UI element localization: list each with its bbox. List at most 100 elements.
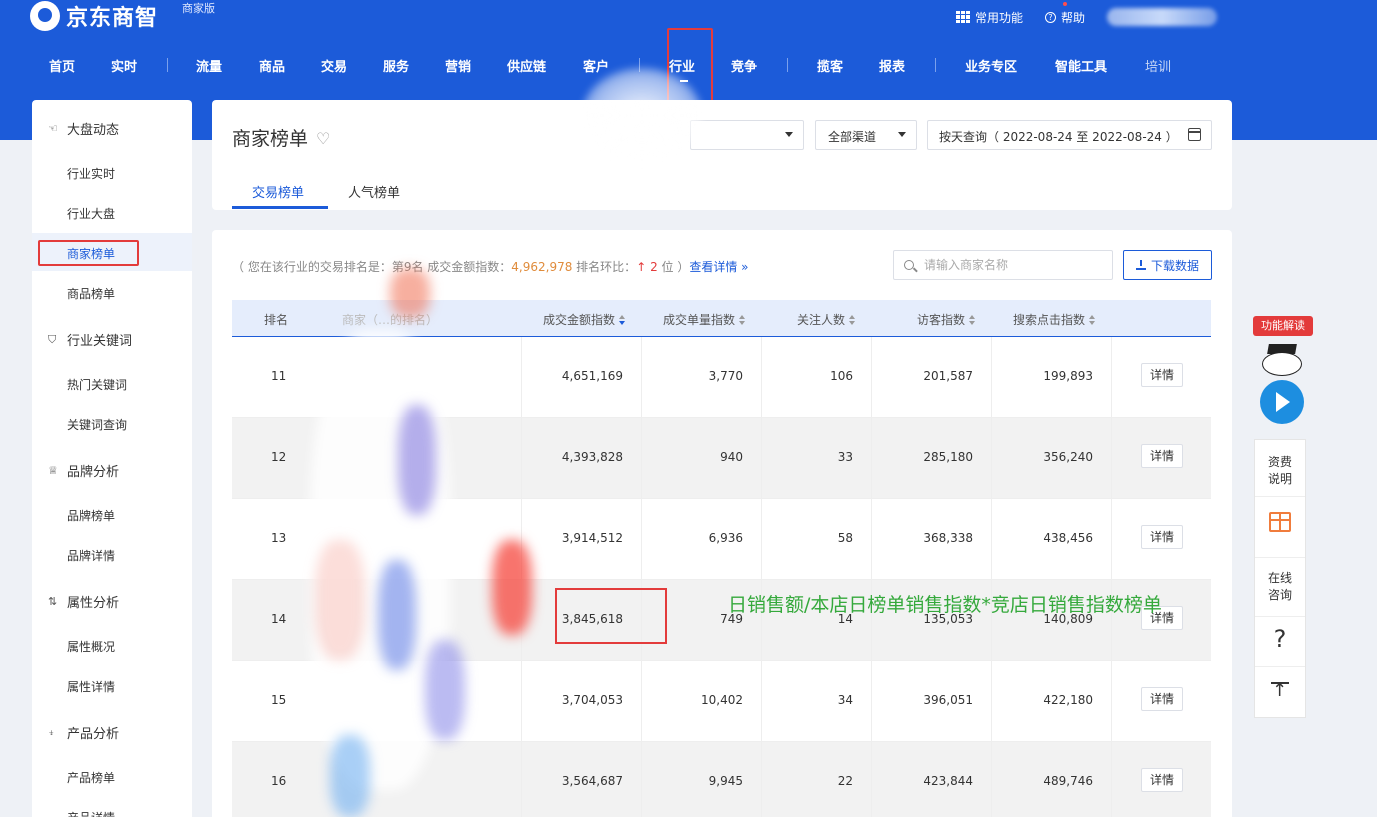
category-select[interactable] <box>690 120 804 150</box>
cell-visitors-index: 423,844 <box>923 774 973 788</box>
question-icon[interactable]: ? <box>1255 625 1305 653</box>
cell-amount-index: 4,393,828 <box>561 450 623 464</box>
sidebar: ☜ 大盘动态 行业实时 行业大盘 商家榜单 商品榜单 ⛉ 行业关键词 热门关键词… <box>32 100 192 817</box>
mascot-video-button[interactable] <box>1258 344 1306 428</box>
cell-orders-index: 3,770 <box>708 369 743 383</box>
nav-marketing[interactable]: 营销 <box>445 56 471 75</box>
sidebar-group-market[interactable]: ☜ 大盘动态 <box>48 119 119 138</box>
tab-transaction-ranking[interactable]: 交易榜单 <box>252 182 304 201</box>
sidebar-group-label: 属性分析 <box>67 596 120 611</box>
ranking-card: （ 您在该行业的交易排名是：第9名 成交金额指数：4,962,978 排名环比：… <box>212 230 1232 817</box>
th-orders-index[interactable]: 成交单量指数 <box>663 311 746 328</box>
cell-visitors-index: 368,338 <box>923 531 973 545</box>
nav-acquisition[interactable]: 揽客 <box>817 56 843 75</box>
sidebar-group-label: 品牌分析 <box>67 465 120 480</box>
brand-edition: 商家版 <box>182 2 215 15</box>
nav-training[interactable]: 培训 <box>1145 56 1171 75</box>
detail-button[interactable]: 详情 <box>1141 363 1183 387</box>
header-card: 商家榜单 ♡ 全部渠道 按天查询（ 2022-08-24 至 2022-08-2… <box>212 100 1232 210</box>
th-amount-label: 成交金额指数 <box>543 313 616 327</box>
sidebar-item-product-ranking[interactable]: 商品榜单 <box>67 285 115 302</box>
calendar-icon <box>1188 128 1201 141</box>
nav-separator <box>935 58 936 72</box>
nav-supply-chain[interactable]: 供应链 <box>507 56 546 75</box>
sort-icon <box>619 315 626 325</box>
detail-button[interactable]: 详情 <box>1141 687 1183 711</box>
mascot-face-icon <box>1262 352 1302 376</box>
cell-orders-index: 940 <box>720 450 743 464</box>
table-header: 排名 商家（…的排名） 成交金额指数 成交单量指数 关注人数 访客指数 搜索点击… <box>232 300 1211 337</box>
arrow-up-icon: ↑ <box>636 260 647 274</box>
sort-icon <box>1089 315 1096 325</box>
tab-popularity-ranking[interactable]: 人气榜单 <box>348 182 400 201</box>
detail-button[interactable]: 详情 <box>1141 768 1183 792</box>
nav-products[interactable]: 商品 <box>259 56 285 75</box>
sidebar-item-industry-realtime[interactable]: 行业实时 <box>67 165 115 182</box>
sidebar-group-attributes[interactable]: ⇅ 属性分析 <box>48 592 119 611</box>
cell-amount-index: 3,704,053 <box>561 693 623 707</box>
nav-reports[interactable]: 报表 <box>879 56 905 75</box>
nav-business-zone[interactable]: 业务专区 <box>965 56 1017 75</box>
sidebar-group-brand[interactable]: ♕ 品牌分析 <box>48 461 119 480</box>
th-follows[interactable]: 关注人数 <box>797 311 856 328</box>
nav-home[interactable]: 首页 <box>49 56 75 75</box>
sidebar-item-attribute-overview[interactable]: 属性概况 <box>67 638 115 655</box>
fee-explanation-button[interactable]: 资费说明 <box>1255 454 1305 488</box>
cell-rank: 12 <box>271 450 287 464</box>
top-right-links: 常用功能 ? 帮助 <box>955 6 1377 28</box>
cell-orders-index: 10,402 <box>701 693 743 707</box>
brand-name: 京东商智 <box>66 6 159 31</box>
summary-amount-index: 4,962,978 <box>511 260 573 274</box>
sidebar-item-brand-ranking[interactable]: 品牌榜单 <box>67 507 115 524</box>
nav-smart-tools[interactable]: 智能工具 <box>1055 56 1107 75</box>
cell-visitors-index: 285,180 <box>923 450 973 464</box>
sidebar-item-brand-detail[interactable]: 品牌详情 <box>67 547 115 564</box>
nav-competition[interactable]: 竞争 <box>731 56 757 75</box>
cell-follows: 33 <box>837 450 853 464</box>
view-details-link[interactable]: 查看详情 » <box>689 260 748 274</box>
cell-amount-index: 3,914,512 <box>561 531 623 545</box>
detail-button[interactable]: 详情 <box>1141 525 1183 549</box>
download-data-button[interactable]: 下载数据 <box>1123 250 1212 280</box>
detail-button[interactable]: 详情 <box>1141 444 1183 468</box>
heart-icon[interactable]: ♡ <box>316 129 330 148</box>
help-link[interactable]: ? 帮助 <box>1044 9 1085 26</box>
th-amount-index[interactable]: 成交金额指数 <box>543 311 626 328</box>
common-functions-link[interactable]: 常用功能 <box>955 9 1023 26</box>
nav-service[interactable]: 服务 <box>383 56 409 75</box>
nav-realtime[interactable]: 实时 <box>111 56 137 75</box>
sidebar-item-product-list[interactable]: 产品榜单 <box>67 769 115 786</box>
merchant-search-input[interactable] <box>924 256 1104 274</box>
sidebar-group-products[interactable]: ⍖ 产品分析 <box>48 723 119 742</box>
basket-icon: ⍖ <box>48 725 55 739</box>
sidebar-item-product-detail[interactable]: 产品详情 <box>67 809 115 817</box>
sidebar-item-attribute-detail[interactable]: 属性详情 <box>67 678 115 695</box>
feature-explain-badge[interactable]: 功能解读 <box>1253 316 1313 336</box>
sidebar-item-hot-keywords[interactable]: 热门关键词 <box>67 376 127 393</box>
channel-select[interactable]: 全部渠道 <box>815 120 917 150</box>
brand-logo[interactable]: 京东商智 <box>30 0 158 32</box>
th-search-clicks-index[interactable]: 搜索点击指数 <box>1013 311 1096 328</box>
nav-traffic[interactable]: 流量 <box>196 56 222 75</box>
sidebar-group-keywords[interactable]: ⛉ 行业关键词 <box>48 330 132 349</box>
summary-rank-change: 2 <box>650 260 658 274</box>
sidebar-item-keyword-query[interactable]: 关键词查询 <box>67 416 127 433</box>
gift-icon[interactable] <box>1269 512 1291 532</box>
cell-rank: 11 <box>271 369 287 383</box>
merchant-search[interactable] <box>893 250 1113 280</box>
table-row: 13 3,914,512 6,936 58 368,338 438,456 详情 <box>232 499 1211 580</box>
grid-icon <box>955 11 970 23</box>
cell-follows: 22 <box>837 774 853 788</box>
jd-logo-icon <box>30 1 60 31</box>
sidebar-item-industry-overview[interactable]: 行业大盘 <box>67 205 115 222</box>
cell-search-clicks-index: 422,180 <box>1043 693 1093 707</box>
sort-icon <box>969 315 976 325</box>
date-range-picker[interactable]: 按天查询（ 2022-08-24 至 2022-08-24 ） <box>927 120 1212 150</box>
nav-transactions[interactable]: 交易 <box>321 56 347 75</box>
th-visitors-index[interactable]: 访客指数 <box>917 311 976 328</box>
back-to-top-icon[interactable] <box>1271 680 1289 701</box>
chevron-down-icon <box>785 132 793 137</box>
user-account-blurred[interactable] <box>1107 8 1217 26</box>
online-consult-button[interactable]: 在线咨询 <box>1255 570 1305 604</box>
nav-customers[interactable]: 客户 <box>583 56 609 75</box>
